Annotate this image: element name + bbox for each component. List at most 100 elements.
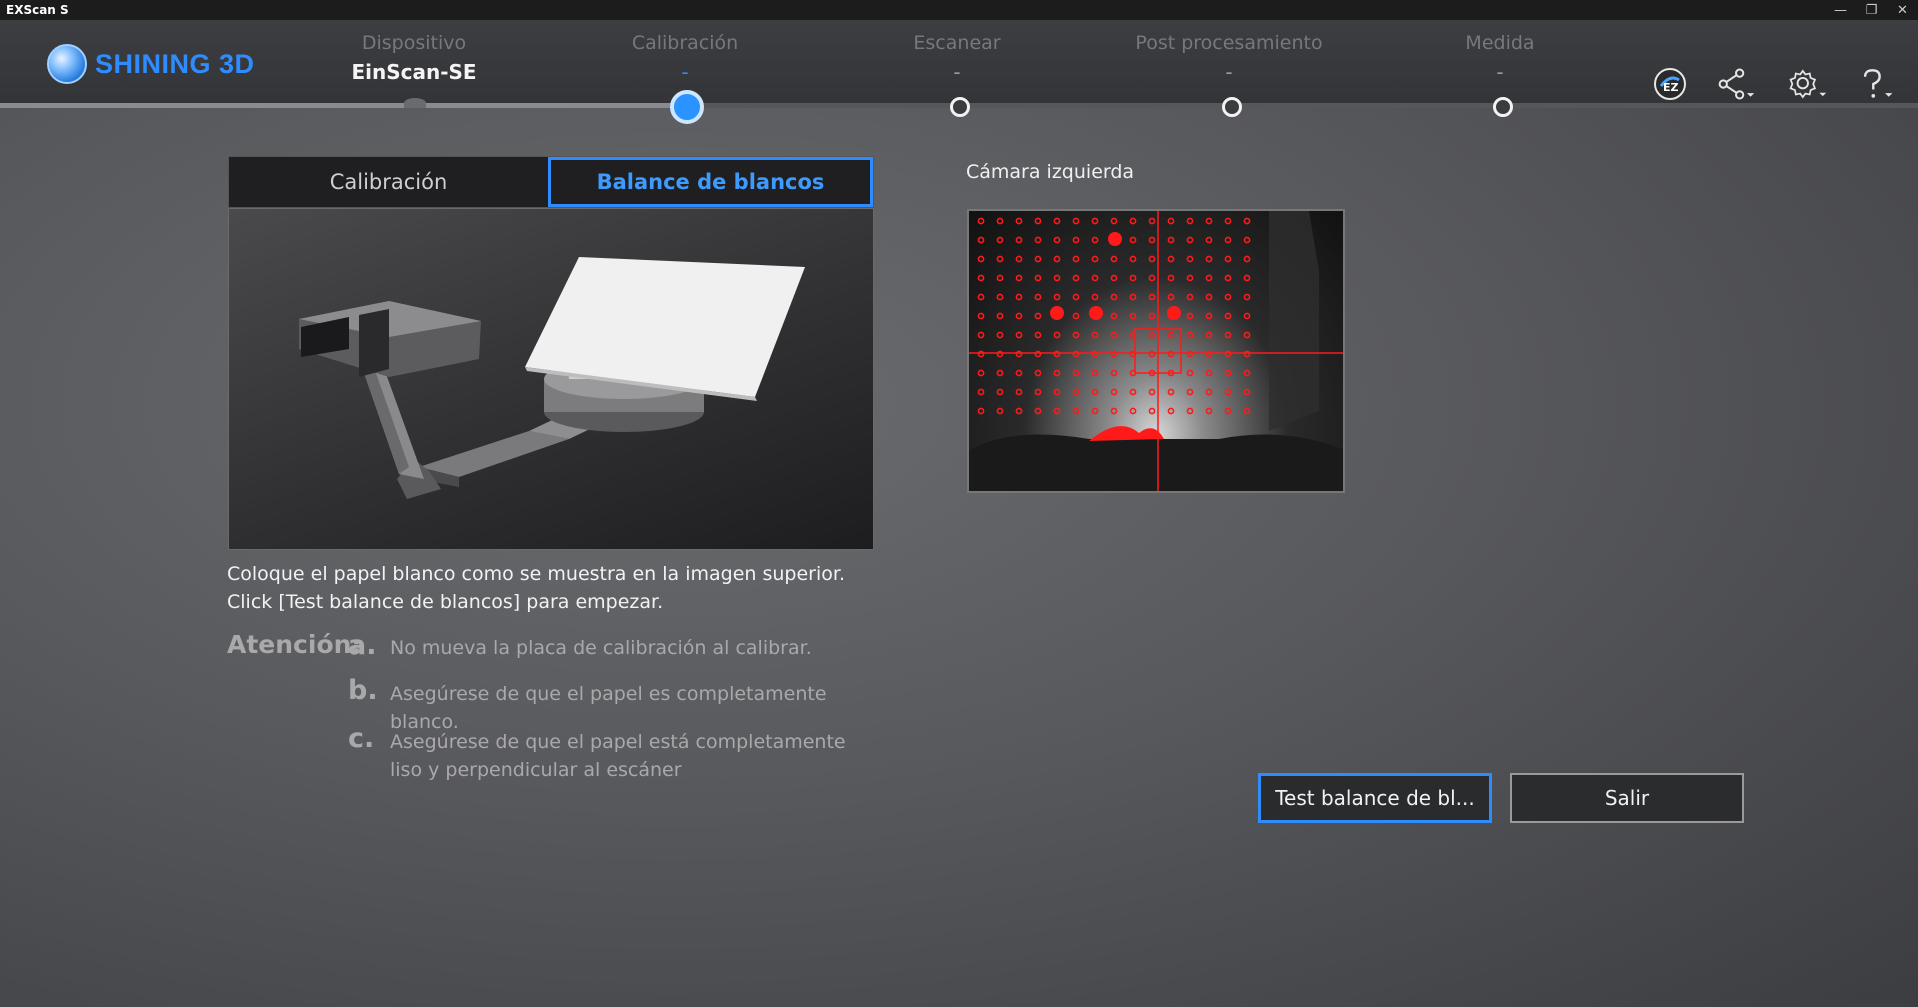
calibration-dot <box>1053 255 1061 263</box>
calibration-dot <box>1186 350 1194 358</box>
tab-white-balance[interactable]: Balance de blancos <box>548 157 873 207</box>
calibration-tabs: Calibración Balance de blancos <box>228 156 874 208</box>
calibration-dot <box>1072 350 1080 358</box>
calibration-dot <box>1205 369 1213 377</box>
close-icon[interactable]: ✕ <box>1887 0 1918 20</box>
calibration-dot <box>977 312 985 320</box>
calibration-dot <box>1205 217 1213 225</box>
calibration-dot <box>1205 255 1213 263</box>
calibration-marker <box>1108 232 1122 246</box>
calibration-dot <box>1072 236 1080 244</box>
calibration-dot <box>1091 407 1099 415</box>
ezmodel-icon[interactable]: EZ <box>1650 64 1690 104</box>
calibration-dot <box>1243 369 1251 377</box>
calibration-dot <box>996 255 1004 263</box>
left-camera-view <box>967 209 1345 493</box>
step-postprocess-dot[interactable] <box>1222 97 1242 117</box>
attention-label: Atención: <box>227 630 362 659</box>
calibration-dot <box>1205 331 1213 339</box>
restore-icon[interactable]: ❐ <box>1856 0 1887 20</box>
calibration-dot <box>1110 217 1118 225</box>
calibration-dot <box>1148 236 1156 244</box>
step-postprocess-label[interactable]: Post procesamiento <box>1109 32 1349 54</box>
help-icon[interactable] <box>1856 64 1896 104</box>
calibration-dot <box>977 369 985 377</box>
minimize-icon[interactable]: — <box>1825 0 1856 20</box>
calibration-dot <box>1110 255 1118 263</box>
exit-button[interactable]: Salir <box>1510 773 1744 823</box>
calibration-dot <box>1110 350 1118 358</box>
calibration-marker <box>1050 306 1064 320</box>
calibration-dot <box>1015 331 1023 339</box>
step-scan-dot[interactable] <box>950 97 970 117</box>
calibration-dot <box>1129 274 1137 282</box>
calibration-dot <box>977 217 985 225</box>
calibration-dot <box>996 388 1004 396</box>
calibration-dot <box>1243 293 1251 301</box>
step-calibration-dot[interactable] <box>670 90 704 124</box>
calibration-dot <box>996 274 1004 282</box>
calibration-dot <box>1243 350 1251 358</box>
calibration-dot <box>1072 331 1080 339</box>
calibration-dot <box>1034 388 1042 396</box>
step-device-value: EinScan-SE <box>351 60 477 84</box>
calibration-dot <box>1034 274 1042 282</box>
calibration-dot <box>1015 312 1023 320</box>
calibration-dot <box>1186 331 1194 339</box>
calibration-dot <box>996 293 1004 301</box>
title-bar: EXScan S — ❐ ✕ <box>0 0 1918 20</box>
calibration-dot <box>1053 350 1061 358</box>
calibration-dot <box>1186 236 1194 244</box>
step-device-marker <box>404 98 426 108</box>
tab-calibration[interactable]: Calibración <box>229 157 548 207</box>
step-device-label[interactable]: Dispositivo <box>294 32 534 54</box>
calibration-dot <box>1224 255 1232 263</box>
app-title: EXScan S <box>6 3 69 17</box>
calibration-dot <box>1053 274 1061 282</box>
calibration-dot <box>1034 369 1042 377</box>
calibration-dot <box>1243 312 1251 320</box>
calibration-dot <box>1129 255 1137 263</box>
globe-logo-icon <box>47 44 87 84</box>
calibration-dot <box>1243 407 1251 415</box>
calibration-dot <box>1167 331 1175 339</box>
calibration-dot <box>1224 369 1232 377</box>
window-controls: — ❐ ✕ <box>1825 0 1918 20</box>
calibration-dot <box>1148 388 1156 396</box>
calibration-dot <box>977 331 985 339</box>
calibration-dot <box>1224 388 1232 396</box>
share-icon[interactable] <box>1716 64 1756 104</box>
calibration-dot <box>1148 255 1156 263</box>
calibration-dot <box>1167 407 1175 415</box>
calibration-dot <box>1224 274 1232 282</box>
calibration-marker <box>1089 306 1103 320</box>
calibration-dot <box>1129 388 1137 396</box>
settings-icon[interactable] <box>1788 64 1828 104</box>
calibration-dot <box>1167 350 1175 358</box>
calibration-dot <box>1053 369 1061 377</box>
step-measure-dot[interactable] <box>1493 97 1513 117</box>
step-scan-label[interactable]: Escanear <box>837 32 1077 54</box>
calibration-dot <box>1167 274 1175 282</box>
calibration-dot <box>1034 217 1042 225</box>
step-calibration-label[interactable]: Calibración <box>565 32 805 54</box>
calibration-dot <box>996 407 1004 415</box>
calibration-dot-grid <box>977 217 1251 415</box>
calibration-dot <box>1148 274 1156 282</box>
calibration-dot <box>1053 407 1061 415</box>
calibration-dot <box>1186 217 1194 225</box>
calibration-dot <box>1034 350 1042 358</box>
step-measure-label[interactable]: Medida <box>1380 32 1620 54</box>
scanner-illustration <box>228 208 874 550</box>
calibration-dot <box>1034 331 1042 339</box>
calibration-dot <box>977 388 985 396</box>
calibration-dot <box>977 255 985 263</box>
calibration-dot <box>977 407 985 415</box>
calibration-dot <box>996 331 1004 339</box>
progress-fill <box>0 103 687 108</box>
calibration-dot <box>1186 407 1194 415</box>
calibration-dot <box>977 274 985 282</box>
calibration-dot <box>1015 255 1023 263</box>
white-balance-test-button[interactable]: Test balance de bl... <box>1258 773 1492 823</box>
calibration-dot <box>1015 388 1023 396</box>
